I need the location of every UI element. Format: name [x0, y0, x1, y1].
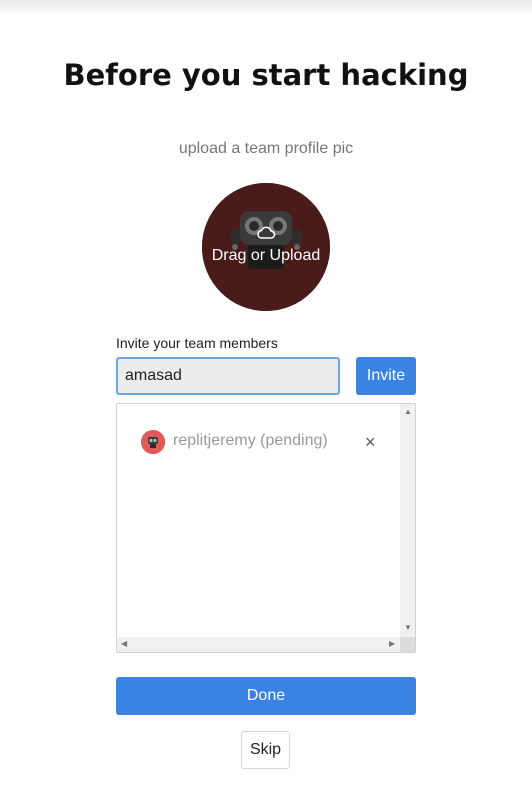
page-subtitle: upload a team profile pic	[178, 140, 354, 157]
invite-label: Invite your team members	[116, 335, 278, 351]
vertical-scrollbar[interactable]: ▲ ▼	[400, 404, 415, 638]
upload-label: Drag or Upload	[211, 247, 321, 264]
page-title: Before you start hacking	[63, 58, 469, 92]
team-pic-upload[interactable]: Drag or Upload	[202, 183, 330, 311]
scroll-right-arrow-icon[interactable]: ▶	[389, 640, 395, 648]
top-shadow	[0, 0, 532, 16]
scroll-up-arrow-icon[interactable]: ▲	[404, 408, 412, 416]
member-item: replitjeremy (pending)	[141, 430, 381, 454]
invite-username-input[interactable]	[116, 357, 340, 395]
invite-button[interactable]: Invite	[356, 357, 416, 395]
remove-member-button[interactable]: ×	[365, 430, 376, 454]
done-button[interactable]: Done	[116, 677, 416, 715]
cloud-icon	[257, 226, 276, 239]
scrollbar-corner	[400, 637, 415, 652]
scroll-left-arrow-icon[interactable]: ◀	[121, 640, 127, 648]
member-name: replitjeremy (pending)	[173, 432, 328, 449]
skip-button[interactable]: Skip	[241, 731, 290, 769]
horizontal-scrollbar[interactable]: ◀ ▶	[117, 637, 401, 652]
member-avatar	[141, 430, 165, 454]
member-list[interactable]: replitjeremy (pending) × ▲ ▼ ◀ ▶	[116, 403, 416, 653]
scroll-down-arrow-icon[interactable]: ▼	[404, 624, 412, 632]
